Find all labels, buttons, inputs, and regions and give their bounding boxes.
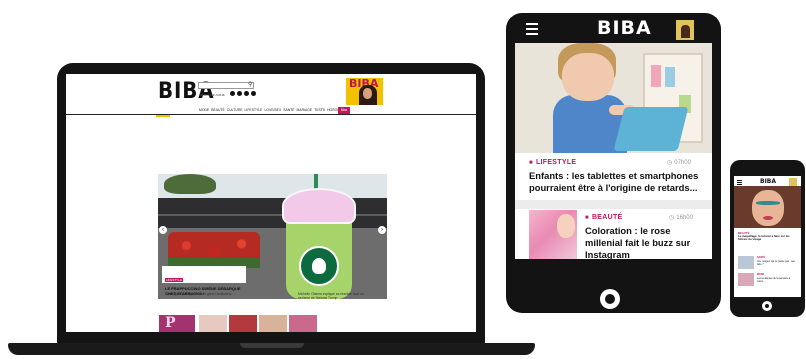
- phone-list-item[interactable]: SANTÉ Une rougeur qui ne passe pas : que…: [738, 256, 796, 271]
- phone-hero-eyes: [756, 201, 780, 205]
- chevron-right-icon[interactable]: ›: [378, 226, 386, 234]
- tablet-magazine-thumb[interactable]: [676, 20, 694, 40]
- nav-item-lifestyle[interactable]: LIFESTYLE: [245, 107, 263, 113]
- phone-home-button[interactable]: [762, 301, 772, 311]
- article-thumbnail[interactable]: [529, 210, 577, 259]
- menu-line: [737, 182, 742, 183]
- tablet-article-card[interactable]: BEAUTÉ 16h00 Coloration : le rose millen…: [585, 214, 701, 259]
- hero-book: [651, 65, 661, 87]
- nav-item-love-sex[interactable]: LOVE/SEX: [264, 107, 281, 113]
- phone-list-category: MODE: [757, 273, 765, 276]
- article-time: 16h00: [669, 214, 693, 221]
- nav-item-mariage[interactable]: MARIAGE: [297, 107, 313, 113]
- promo-tile[interactable]: [229, 315, 257, 332]
- menu-line: [737, 180, 742, 181]
- nav-badge[interactable]: Biba: [338, 107, 350, 114]
- tablet-logo[interactable]: BIBA: [597, 17, 652, 39]
- promo-tile[interactable]: [259, 315, 287, 332]
- subscribe-link[interactable]: Abonnez-vous: [199, 92, 225, 97]
- menu-line: [737, 184, 742, 185]
- laptop-screen: BIBA ⚲ Abonnez-vous BIBA MODE BEAUTÉ CUL…: [66, 74, 476, 332]
- nav-item-culture[interactable]: CULTURE: [227, 107, 243, 113]
- nav-item-mode[interactable]: MODE: [199, 107, 209, 113]
- phone-list-text: Les tendances de la semaine à suivre: [757, 277, 791, 283]
- sub-article-right[interactable]: Michelle Obama explique sa réaction face…: [298, 292, 364, 300]
- instagram-icon[interactable]: [251, 91, 256, 96]
- article-title[interactable]: Enfants : les tablettes et smartphones p…: [529, 170, 701, 194]
- facebook-icon[interactable]: [230, 91, 235, 96]
- thumbnail-face: [557, 214, 575, 238]
- phone-magazine-thumb[interactable]: [789, 178, 797, 186]
- hero-book: [665, 67, 675, 87]
- tablet-magazine-face: [681, 25, 690, 38]
- carousel-photo-tree: [164, 174, 216, 194]
- tablet-article-card[interactable]: LIFESTYLE 07h00 Enfants : les tablettes …: [529, 159, 701, 194]
- promo-tiles: P: [159, 315, 321, 332]
- phone-list-item[interactable]: MODE Les tendances de la semaine à suivr…: [738, 273, 796, 288]
- carousel-photo-whipped-cream: [282, 188, 356, 224]
- article-title[interactable]: Coloration : le rose millenial fait le b…: [585, 225, 701, 259]
- cover-model-face: [363, 88, 372, 99]
- article-time: 07h00: [667, 159, 691, 166]
- laptop-notch: [240, 343, 304, 348]
- pinterest-icon[interactable]: [244, 91, 249, 96]
- chevron-left-icon[interactable]: ‹: [159, 226, 167, 234]
- promo-tile[interactable]: [199, 315, 227, 332]
- accent-strip: [156, 115, 170, 117]
- card-separator: [515, 200, 712, 209]
- phone-logo[interactable]: BIBA: [760, 178, 776, 185]
- magazine-cover[interactable]: BIBA: [346, 78, 383, 105]
- sub-article-left[interactable]: Une application pour mieux gérer l'ordin…: [166, 292, 232, 296]
- phone-lead-title[interactable]: Le maquillage, le tutoriel a faire sur l…: [738, 234, 796, 242]
- twitter-icon[interactable]: [237, 91, 242, 96]
- search-input[interactable]: [198, 82, 254, 89]
- phone-list-thumb: [738, 273, 754, 286]
- hamburger-icon[interactable]: [526, 23, 538, 38]
- hero-child-face: [562, 53, 614, 101]
- tablet-home-button[interactable]: [600, 289, 620, 309]
- phone-list-thumb: [738, 256, 754, 269]
- phone-hero-image[interactable]: [734, 186, 801, 228]
- tablet-screen: LIFESTYLE 07h00 Enfants : les tablettes …: [515, 43, 712, 259]
- hero-carousel[interactable]: LIFESTYLE LE FRAPPUCCINO SIRÈNE DÉBARQUE…: [158, 174, 387, 299]
- promo-brand-tile[interactable]: P: [159, 315, 195, 332]
- social-links: [230, 91, 256, 96]
- nav-item-tests[interactable]: TESTS: [314, 107, 325, 113]
- nav-items: MODE BEAUTÉ CULTURE LIFESTYLE LOVE/SEX S…: [199, 107, 349, 113]
- phone-list-category: SANTÉ: [757, 256, 766, 259]
- main-nav: MODE BEAUTÉ CULTURE LIFESTYLE LOVE/SEX S…: [66, 106, 476, 115]
- search-icon[interactable]: ⚲: [248, 81, 252, 88]
- tablet-hero-image[interactable]: [515, 43, 712, 153]
- hero-device: [613, 107, 689, 151]
- phone-list-text: Une rougeur qui ne passe pas : que faire…: [757, 260, 796, 266]
- carousel-tag: LIFESTYLE: [165, 278, 183, 282]
- hamburger-line: [526, 28, 538, 30]
- phone-hero-face: [752, 190, 784, 226]
- carousel-caption[interactable]: LIFESTYLE LE FRAPPUCCINO SIRÈNE DÉBARQUE…: [162, 266, 246, 296]
- sub-article-right-line2: sexisme de Melania Trump: [298, 296, 338, 300]
- phone-hero-lips: [763, 216, 773, 220]
- hamburger-line: [526, 23, 538, 25]
- nav-item-sante[interactable]: SANTÉ: [283, 107, 294, 113]
- starbucks-siren: [312, 258, 326, 274]
- promo-tile[interactable]: [289, 315, 317, 332]
- nav-item-beaute[interactable]: BEAUTÉ: [211, 107, 225, 113]
- hamburger-line: [526, 33, 538, 35]
